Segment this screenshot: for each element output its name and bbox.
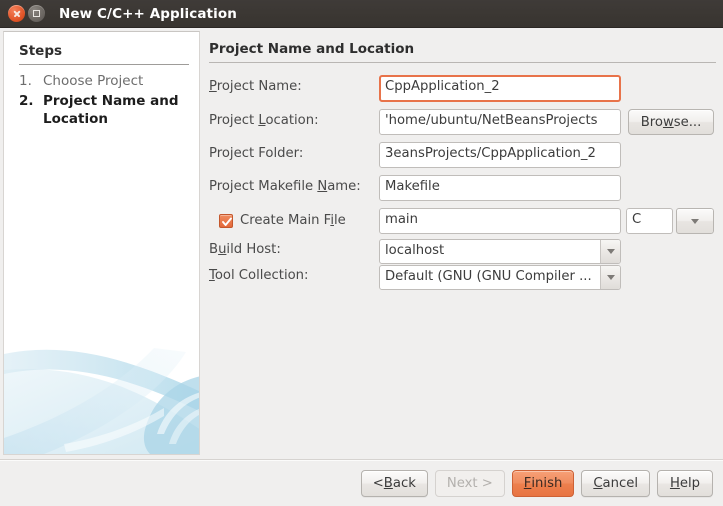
row-project-location: Project Location: 'home/ubuntu/NetBeansP…: [209, 107, 719, 140]
help-button[interactable]: Help: [657, 470, 713, 497]
project-folder-label: Project Folder:: [209, 146, 304, 161]
next-button[interactable]: Next >: [434, 470, 505, 497]
decorative-swoosh-graphic: [4, 348, 199, 454]
dialog-window: New C/C++ Application Steps 1. Choose Pr…: [0, 0, 723, 506]
check-icon: [222, 217, 232, 226]
project-location-label: Project Location:: [209, 113, 319, 128]
main-file-language-dropdown-button[interactable]: [676, 208, 714, 234]
browse-button-mnemonic: w: [662, 114, 674, 130]
finish-button[interactable]: Finish: [511, 470, 575, 497]
cancel-button-mnemonic: C: [593, 476, 603, 491]
create-main-file-checkbox-wrap[interactable]: Create Main File: [219, 213, 346, 228]
finish-button-mnemonic: F: [523, 476, 532, 491]
project-folder-input[interactable]: 3eansProjects/CppApplication_2: [379, 142, 621, 168]
project-location-label-post: ocation:: [265, 113, 319, 128]
step-item-choose-project: 1. Choose Project: [19, 72, 197, 90]
close-icon[interactable]: [8, 5, 25, 22]
build-host-label: Build Host:: [209, 242, 281, 257]
row-tool-collection: Tool Collection: Default (GNU (GNU Compi…: [209, 262, 719, 290]
project-name-input[interactable]: CppApplication_2: [379, 75, 621, 102]
back-button[interactable]: < Back: [360, 470, 428, 497]
content-panel: Project Name and Location Project Name: …: [206, 31, 719, 455]
bottom-divider-highlight: [0, 460, 723, 461]
finish-button-post: inish: [531, 476, 563, 491]
page-title: Project Name and Location: [209, 41, 415, 57]
title-bar: New C/C++ Application: [0, 0, 723, 28]
steps-panel: Steps 1. Choose Project 2. Project Name …: [3, 31, 200, 455]
main-file-language-combo[interactable]: C: [626, 208, 714, 234]
step-label: Project Name and Location: [43, 93, 179, 127]
content-divider: [209, 62, 716, 63]
browse-button-post: se...: [673, 114, 702, 130]
create-main-file-label-post: le: [333, 213, 346, 228]
project-form: Project Name: CppApplication_2 Project L…: [209, 73, 719, 290]
project-name-label-rest: roject Name:: [216, 79, 302, 94]
step-number: 2.: [19, 93, 34, 109]
help-button-mnemonic: H: [669, 476, 680, 491]
back-button-post: ack: [392, 476, 416, 491]
back-button-mnemonic: B: [383, 476, 393, 491]
step-label: Choose Project: [43, 73, 144, 89]
browse-button-pre: Bro: [640, 114, 663, 130]
main-file-language-value: C: [626, 208, 673, 234]
build-host-dropdown-button[interactable]: [600, 240, 620, 263]
build-host-label-post: ild Host:: [226, 242, 281, 257]
create-main-file-label: Create Main File: [240, 213, 346, 228]
makefile-label-pre: Project Makefile: [209, 179, 318, 194]
dialog-button-bar: < Back Next > Finish Cancel Help: [360, 470, 713, 497]
tool-collection-value: Default (GNU (GNU Compiler ...: [385, 269, 592, 284]
steps-heading: Steps: [19, 43, 63, 59]
build-host-value: localhost: [385, 243, 445, 258]
window-title: New C/C++ Application: [59, 5, 237, 22]
makefile-label-mnemonic: N: [317, 179, 328, 194]
step-number: 1.: [19, 73, 32, 89]
project-name-label: Project Name:: [209, 79, 302, 94]
chevron-down-icon: [691, 218, 699, 224]
chevron-down-icon: [606, 275, 615, 280]
project-makefile-name-input[interactable]: Makefile: [379, 175, 621, 201]
row-project-name: Project Name: CppApplication_2: [209, 73, 719, 107]
maximize-icon[interactable]: [28, 5, 45, 22]
create-main-file-label-pre: Create Main F: [240, 213, 331, 228]
project-makefile-name-label: Project Makefile Name:: [209, 179, 361, 194]
tool-collection-combo[interactable]: Default (GNU (GNU Compiler ...: [379, 265, 621, 290]
browse-button[interactable]: Bro w se...: [628, 109, 714, 135]
project-name-label-mnemonic: P: [209, 79, 217, 94]
cancel-button-post: ancel: [602, 476, 638, 491]
tool-collection-dropdown-button[interactable]: [600, 266, 620, 289]
steps-divider: [19, 64, 189, 65]
create-main-file-checkbox[interactable]: [219, 213, 233, 228]
project-location-input[interactable]: 'home/ubuntu/NetBeansProjects: [379, 109, 621, 135]
tool-collection-label-post: ool Collection:: [214, 268, 309, 283]
row-build-host: Build Host: localhost: [209, 239, 719, 264]
cancel-button[interactable]: Cancel: [581, 470, 650, 497]
makefile-label-post: ame:: [327, 179, 361, 194]
step-item-project-name-and-location: 2. Project Name and Location: [19, 92, 197, 128]
build-host-combo[interactable]: localhost: [379, 239, 621, 264]
chevron-down-icon: [606, 249, 615, 254]
main-file-name-input[interactable]: main: [379, 208, 621, 234]
row-create-main-file: Create Main File main C: [209, 206, 719, 239]
build-host-label-pre: B: [209, 242, 219, 257]
help-button-post: elp: [679, 476, 701, 491]
row-project-makefile-name: Project Makefile Name: Makefile: [209, 173, 719, 206]
project-location-label-pre: Project: [209, 113, 259, 128]
steps-list: 1. Choose Project 2. Project Name and Lo…: [19, 72, 197, 130]
row-project-folder: Project Folder: 3eansProjects/CppApplica…: [209, 140, 719, 173]
maximize-square: [33, 10, 40, 17]
tool-collection-label: Tool Collection:: [209, 268, 308, 283]
back-button-pre: <: [372, 476, 384, 491]
